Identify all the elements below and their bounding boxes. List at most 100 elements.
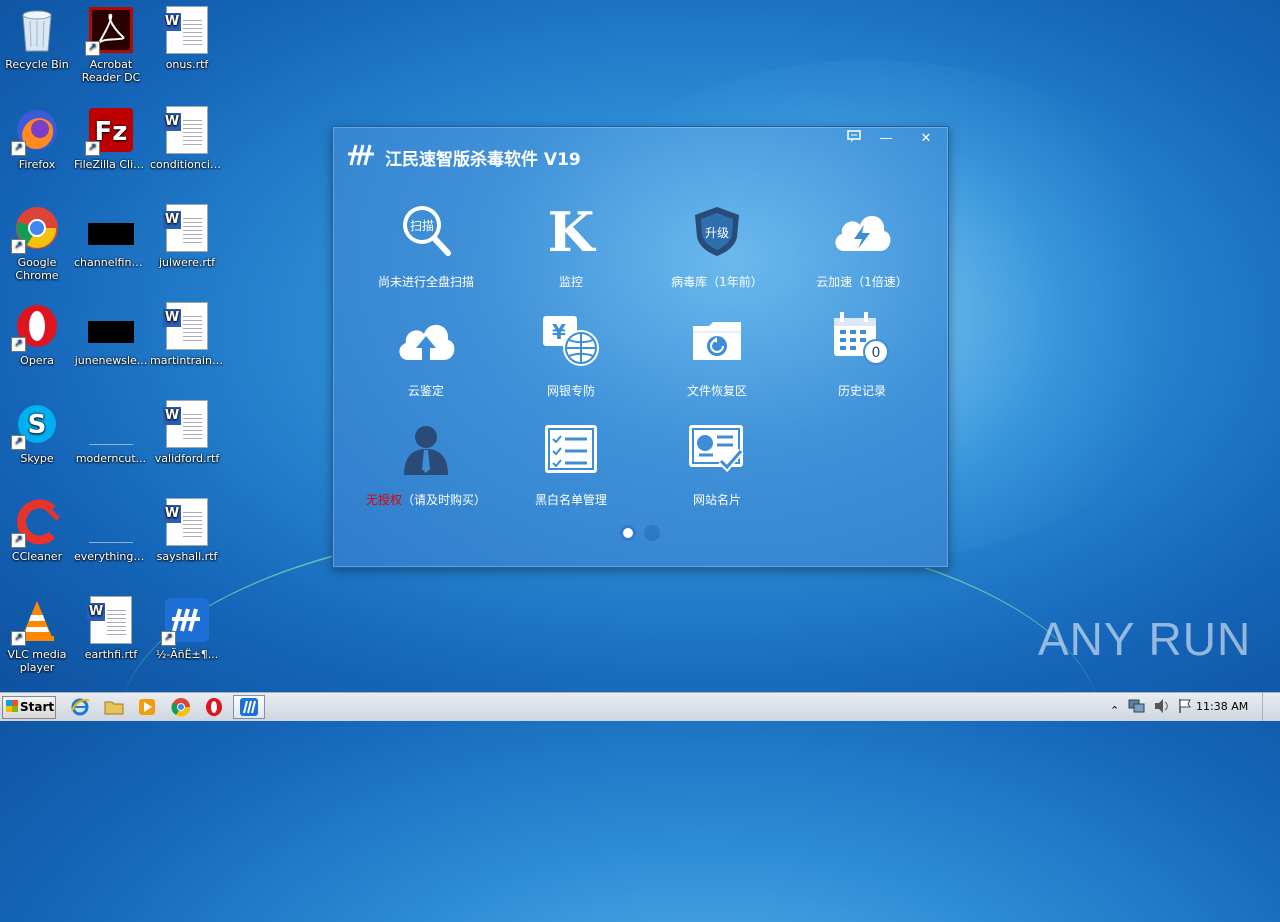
desktop-icon-label: FileZilla Client xyxy=(74,158,148,171)
media-player-icon[interactable] xyxy=(137,697,157,717)
license-tile[interactable]: 无授权（请及时购买） xyxy=(351,417,501,508)
desktop-icon-firefox[interactable]: ↗ Firefox xyxy=(0,106,74,171)
action-center-flag-icon[interactable] xyxy=(1177,698,1193,726)
svg-text:S: S xyxy=(28,410,47,440)
tile-label: 历史记录 xyxy=(837,384,886,398)
tile-label: 云鉴定 xyxy=(407,384,444,398)
desktop-icon-label: Opera xyxy=(20,354,54,367)
svg-text:0: 0 xyxy=(872,345,881,361)
desktop-icon-julwere[interactable]: W julwere.rtf xyxy=(150,204,224,269)
desktop-icon-ccleaner[interactable]: ↗ CCleaner xyxy=(0,498,74,563)
desktop-icon-acrobat[interactable]: ↗ Acrobat Reader DC xyxy=(74,6,148,84)
desktop-icon-onus[interactable]: W onus.rtf xyxy=(150,6,224,71)
desktop-icon-junenewsle[interactable]: junenewsle... xyxy=(74,302,148,367)
tile-label: 尚未进行全盘扫描 xyxy=(377,275,474,289)
firefox-icon: ↗ xyxy=(11,106,61,156)
desktop-icon-validford[interactable]: W validford.rtf xyxy=(150,400,224,465)
tile-label: 网站名片 xyxy=(692,493,741,507)
cloud-upload-icon xyxy=(391,308,461,372)
virus-db-tile[interactable]: 升级 病毒库（1年前） xyxy=(642,199,792,290)
antivirus-taskbar-button[interactable] xyxy=(233,695,265,719)
chat-bubble-icon xyxy=(847,130,861,142)
page-dot-active[interactable] xyxy=(620,525,636,541)
desktop-icon-label: Skype xyxy=(20,452,54,465)
desktop-icon-label: Firefox xyxy=(18,158,56,171)
show-desktop-button[interactable] xyxy=(1262,693,1280,721)
desktop-icon-filezilla[interactable]: Fz ↗ FileZilla Client xyxy=(74,106,148,171)
cloud-identify-tile[interactable]: 云鉴定 xyxy=(351,308,501,399)
file-recovery-tile[interactable]: 文件恢复区 xyxy=(642,308,792,399)
desktop-icon-chrome[interactable]: ↗ Google Chrome xyxy=(0,204,74,282)
internet-explorer-icon[interactable] xyxy=(70,697,90,717)
online-banking-tile[interactable]: ¥ 网银专防 xyxy=(496,308,646,399)
close-button[interactable]: ✕ xyxy=(911,129,941,149)
website-card-tile[interactable]: 网站名片 xyxy=(642,417,792,508)
desktop-icon-label: junenewsle... xyxy=(74,354,148,367)
window-title: 江民速智版杀毒软件 V19 xyxy=(385,150,581,170)
desktop-icon-everythingg[interactable]: everythingg... xyxy=(74,498,148,563)
desktop-icon-recycle-bin[interactable]: Recycle Bin xyxy=(0,6,74,71)
network-tray-icon[interactable] xyxy=(1128,698,1146,726)
desktop-icon-channelfinal[interactable]: channelfinal... xyxy=(74,204,148,269)
desktop-icon-label: sayshall.rtf xyxy=(156,550,218,563)
cloud-accelerate-tile[interactable]: 云加速（1倍速） xyxy=(787,199,937,290)
word-document-icon: W xyxy=(163,106,211,154)
system-clock[interactable]: 11:38 AM xyxy=(1196,700,1248,713)
desktop-icon-label: Recycle Bin xyxy=(5,58,69,71)
desktop-icon-jiangmin-shortcut[interactable]: ↗ ½-ÃñË±¶... xyxy=(150,596,224,661)
desktop-icon-martintraini[interactable]: W martintraini... xyxy=(150,302,224,367)
blackwhite-list-tile[interactable]: 黑白名单管理 xyxy=(496,417,646,508)
minimize-button[interactable]: — xyxy=(871,129,901,149)
show-hidden-icons-button[interactable]: ⌃ xyxy=(1110,699,1119,727)
unlicensed-text: 无授权 xyxy=(365,493,402,507)
desktop-icon-skype[interactable]: S ↗ Skype xyxy=(0,400,74,465)
shortcut-arrow-icon: ↗ xyxy=(11,631,26,646)
word-document-icon: W xyxy=(163,6,211,54)
blank-file-icon xyxy=(87,302,135,350)
desktop-icon-label: martintraini... xyxy=(150,354,224,367)
desktop-icon-moderncut[interactable]: moderncut... xyxy=(74,400,148,465)
calendar-icon: 0 xyxy=(827,308,897,372)
word-document-icon: W xyxy=(163,302,211,350)
vlc-cone-icon: ↗ xyxy=(11,596,61,646)
blank-file-icon xyxy=(87,400,135,448)
tile-label: 病毒库（1年前） xyxy=(671,275,763,289)
svg-text:升级: 升级 xyxy=(705,226,729,240)
skype-icon: S ↗ xyxy=(11,400,61,450)
page-dot[interactable] xyxy=(644,525,660,541)
feedback-button[interactable] xyxy=(839,129,869,149)
desktop-icon-vlc[interactable]: ↗ VLC media player xyxy=(0,596,74,674)
desktop-icon-label: ½-ÃñË±¶... xyxy=(155,648,219,661)
recycle-bin-icon xyxy=(13,6,61,54)
jiangmin-logo-icon xyxy=(347,141,375,167)
taskbar: Start ⌃ 11:38 AM xyxy=(0,692,1280,721)
history-tile[interactable]: 0 历史记录 xyxy=(787,308,937,399)
desktop-icon-opera[interactable]: ↗ Opera xyxy=(0,302,74,367)
blank-file-icon xyxy=(87,498,135,546)
tile-label: 网银专防 xyxy=(546,384,595,398)
shortcut-arrow-icon: ↗ xyxy=(85,141,100,156)
shortcut-arrow-icon: ↗ xyxy=(161,631,176,646)
shortcut-arrow-icon: ↗ xyxy=(11,435,26,450)
jiangmin-logo-icon xyxy=(240,698,258,716)
shortcut-arrow-icon: ↗ xyxy=(11,533,26,548)
full-scan-tile[interactable]: 扫描 尚未进行全盘扫描 xyxy=(351,199,501,290)
desktop-icon-label: onus.rtf xyxy=(165,58,209,71)
desktop-icon-label: Acrobat Reader DC xyxy=(81,58,141,84)
start-button[interactable]: Start xyxy=(2,696,56,719)
word-document-icon: W xyxy=(163,400,211,448)
word-document-icon: W xyxy=(163,498,211,546)
antivirus-window[interactable]: 江民速智版杀毒软件 V19 — ✕ 扫描 尚未进行全盘扫描 K 监控 升级 病毒… xyxy=(332,126,949,568)
volume-tray-icon[interactable] xyxy=(1153,698,1171,726)
chrome-taskbar-icon[interactable] xyxy=(171,697,191,717)
monitor-tile[interactable]: K 监控 xyxy=(496,199,646,290)
opera-taskbar-icon[interactable] xyxy=(204,697,224,717)
desktop-icon-conditionciti[interactable]: W conditionciti... xyxy=(150,106,224,171)
desktop-icon-label: moderncut... xyxy=(75,452,147,465)
scan-magnifier-icon: 扫描 xyxy=(391,199,461,263)
desktop-icon-earthfi[interactable]: W earthfi.rtf xyxy=(74,596,148,661)
svg-text:扫描: 扫描 xyxy=(410,219,434,233)
word-document-icon: W xyxy=(87,596,135,644)
file-explorer-icon[interactable] xyxy=(104,697,124,717)
desktop-icon-sayshall[interactable]: W sayshall.rtf xyxy=(150,498,224,563)
